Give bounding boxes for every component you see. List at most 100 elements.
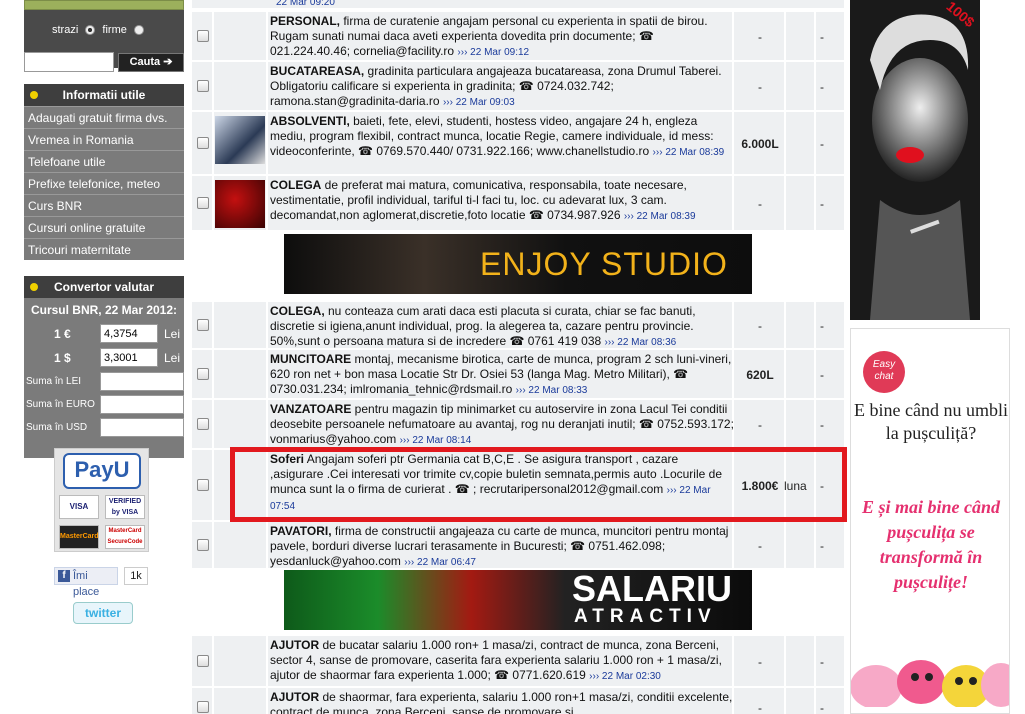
column-divider <box>814 176 816 230</box>
rate-symbol: 1 $ <box>54 351 71 365</box>
info-link-phones[interactable]: Telefoane utile <box>24 150 184 172</box>
listing-meta: ››› 22 Mar 02:30 <box>589 671 661 682</box>
table-row: ABSOLVENTI, baieti, fete, elevi, student… <box>192 110 844 174</box>
piggy-banks-image <box>851 660 1009 707</box>
column-divider <box>266 400 268 448</box>
info-link-add-company[interactable]: Adaugati gratuit firma dvs. <box>24 106 184 128</box>
listing-checkbox[interactable] <box>197 368 209 380</box>
listing-checkbox[interactable] <box>197 197 209 209</box>
mastercard: MasterCard <box>59 525 99 549</box>
column-divider <box>212 12 214 60</box>
listing-thumbnail[interactable] <box>215 116 265 164</box>
rate-row-eur: 1 € Lei <box>24 324 184 344</box>
payu-badge[interactable]: PayU VISA VERIFIED by VISA MasterCard Ma… <box>54 448 149 552</box>
listing-meta: ››› 22 Mar 06:47 <box>404 557 476 568</box>
search-input[interactable] <box>24 52 114 72</box>
radio-companies[interactable] <box>133 25 144 36</box>
listing-checkbox[interactable] <box>197 137 209 149</box>
listing-text[interactable]: PERSONAL, firma de curatenie angajam per… <box>270 14 734 60</box>
ad-banner-easychat[interactable]: Easy chat E bine când nu umbli la pușcul… <box>850 328 1010 714</box>
listing-checkbox[interactable] <box>197 655 209 667</box>
banner-salariu-text: SALARIU <box>572 568 732 609</box>
banner-salariu-atractiv[interactable]: SALARIU ATRACTIV <box>284 568 752 630</box>
column-divider <box>266 176 268 230</box>
column-divider <box>212 176 214 230</box>
listing-checkbox[interactable] <box>197 479 209 491</box>
listing-extra: - <box>820 418 824 432</box>
column-divider <box>266 12 268 60</box>
rate-unit: Lei <box>164 327 181 341</box>
map-thumbnail[interactable] <box>24 0 184 10</box>
sum-euro-input[interactable] <box>100 395 184 414</box>
listing-salary: - <box>758 30 762 44</box>
banner-enjoy-studio[interactable]: ENJOY STUDIO <box>284 234 752 294</box>
listing-body: firma de constructii angajeaza cu carte … <box>270 524 729 568</box>
listing-text[interactable]: BUCATAREASA, gradinita particulara angaj… <box>270 64 734 110</box>
table-row: AJUTOR de shaormar, fara experienta, sal… <box>192 686 844 714</box>
listing-title: PERSONAL, <box>270 14 341 28</box>
listing-checkbox[interactable] <box>197 418 209 430</box>
listing-text[interactable]: COLEGA de preferat mai matura, comunicat… <box>270 178 734 224</box>
sum-usd-input[interactable] <box>100 418 184 437</box>
listing-title: ABSOLVENTI, <box>270 114 350 128</box>
listing-salary: - <box>758 418 762 432</box>
currency-converter: Convertor valutar Cursul BNR, 22 Mar 201… <box>24 276 184 458</box>
sum-row-usd: Suma în USD <box>24 418 184 438</box>
column-divider <box>784 176 786 230</box>
visa-card: VISA <box>59 495 99 519</box>
column-divider <box>212 302 214 348</box>
search-button[interactable]: Cauta ➔ <box>118 53 184 72</box>
column-divider <box>266 688 268 714</box>
sum-lei-input[interactable] <box>100 372 184 391</box>
listing-text[interactable]: ABSOLVENTI, baieti, fete, elevi, student… <box>270 114 734 160</box>
listing-extra: - <box>820 30 824 44</box>
column-divider <box>784 688 786 714</box>
sum-row-lei: Suma în LEI <box>24 372 184 392</box>
listing-extra: - <box>820 319 824 333</box>
listing-text[interactable]: AJUTOR de shaormar, fara experienta, sal… <box>270 690 734 714</box>
info-link-courses[interactable]: Cursuri online gratuite <box>24 216 184 238</box>
converter-body: Cursul BNR, 22 Mar 2012: 1 € Lei 1 $ Lei… <box>24 298 184 458</box>
listing-text[interactable]: MUNCITOARE montaj, mecanisme birotica, c… <box>270 352 734 398</box>
rate-eur-input[interactable] <box>100 324 158 343</box>
listing-text[interactable]: VANZATOARE pentru magazin tip minimarket… <box>270 402 734 448</box>
like-button[interactable]: f Îmi place <box>54 567 118 598</box>
column-divider <box>814 62 816 110</box>
sum-row-euro: Suma în EURO <box>24 395 184 415</box>
info-link-bnr[interactable]: Curs BNR <box>24 194 184 216</box>
listing-salary: - <box>758 197 762 211</box>
table-row: MUNCITOARE montaj, mecanisme birotica, c… <box>192 348 844 398</box>
twitter-button[interactable]: twitter <box>73 602 133 624</box>
rate-usd-input[interactable] <box>100 348 158 367</box>
rate-row-usd: 1 $ Lei <box>24 348 184 368</box>
table-row: PERSONAL, firma de curatenie angajam per… <box>192 10 844 60</box>
listing-checkbox[interactable] <box>197 80 209 92</box>
table-row: AJUTOR de bucatar salariu 1.000 ron+ 1 m… <box>192 634 844 686</box>
info-link-prefixes[interactable]: Prefixe telefonice, meteo <box>24 172 184 194</box>
info-link-weather[interactable]: Vremea in Romania <box>24 128 184 150</box>
column-divider <box>784 112 786 174</box>
listing-meta: ››› 22 Mar 08:39 <box>652 147 725 158</box>
listing-thumbnail[interactable] <box>215 180 265 228</box>
listing-checkbox[interactable] <box>197 319 209 331</box>
info-panel: Informatii utile Adaugati gratuit firma … <box>24 84 184 260</box>
listing-extra: - <box>820 80 824 94</box>
info-link-shirts[interactable]: Tricouri maternitate <box>24 238 184 260</box>
rate-unit: Lei <box>164 351 181 365</box>
listing-text[interactable]: COLEGA, nu conteaza cum arati daca esti … <box>270 304 734 350</box>
column-divider <box>266 636 268 686</box>
listing-text[interactable]: AJUTOR de bucatar salariu 1.000 ron+ 1 m… <box>270 638 734 684</box>
ad-banner-top[interactable]: 100$ <box>850 0 980 320</box>
listing-text[interactable]: PAVATORI, firma de constructii angajeaza… <box>270 524 734 570</box>
listing-checkbox[interactable] <box>197 701 209 713</box>
listing-title: BUCATAREASA, <box>270 64 365 78</box>
column-divider <box>266 350 268 398</box>
rate-symbol: 1 € <box>54 327 71 341</box>
radio-streets[interactable] <box>85 25 96 36</box>
listing-checkbox[interactable] <box>197 539 209 551</box>
search-type-radios: strazi firme <box>52 24 148 36</box>
column-divider <box>784 400 786 448</box>
listing-checkbox[interactable] <box>197 30 209 42</box>
column-divider <box>814 112 816 174</box>
converter-title: Convertor valutar <box>53 280 155 294</box>
